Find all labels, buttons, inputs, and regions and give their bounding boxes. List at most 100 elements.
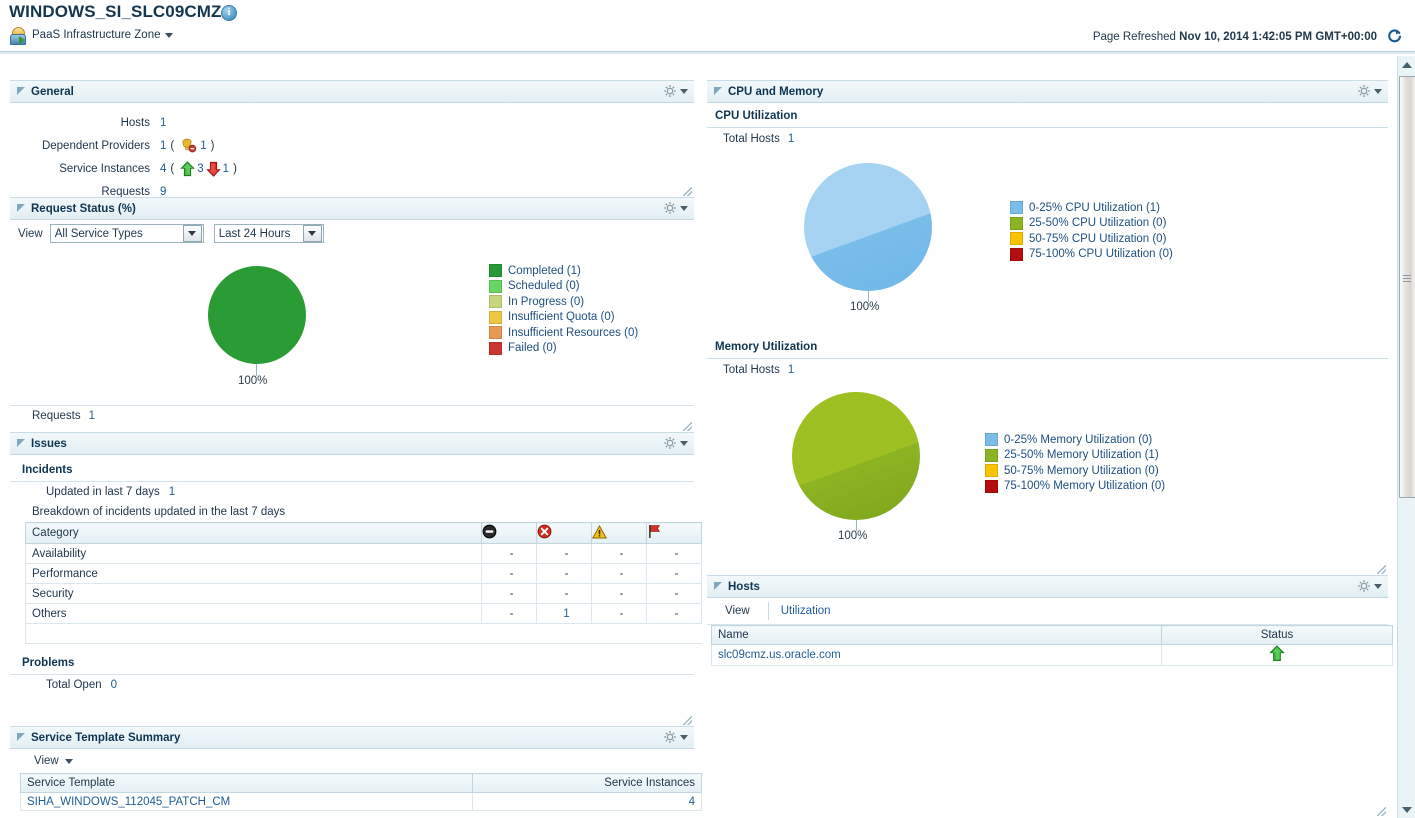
chevron-down-icon[interactable] <box>680 205 688 211</box>
general-value-requests[interactable]: 9 <box>160 186 166 198</box>
info-icon[interactable]: i <box>221 5 237 21</box>
panel-resize-grip[interactable] <box>683 187 692 196</box>
chevron-down-icon[interactable] <box>680 88 688 94</box>
service-template-view-menu[interactable]: View <box>10 749 694 773</box>
gear-icon[interactable] <box>663 201 677 215</box>
gear-icon[interactable] <box>1357 84 1371 98</box>
collapse-triangle-icon[interactable] <box>714 86 722 95</box>
breadcrumb-zone[interactable]: PaaS Infrastructure Zone <box>9 25 174 45</box>
legend-item[interactable]: 50-75% CPU Utilization (0) <box>1010 231 1173 247</box>
column-category[interactable]: Category <box>25 522 482 544</box>
gear-icon[interactable] <box>663 436 677 450</box>
legend-item[interactable]: 25-50% CPU Utilization (0) <box>1010 216 1173 232</box>
legend-item[interactable]: 0-25% Memory Utilization (0) <box>985 432 1165 448</box>
general-value-hosts[interactable]: 1 <box>160 117 166 129</box>
gear-icon[interactable] <box>663 84 677 98</box>
general-rows: Hosts 1 Dependent Providers 1 (1) Serv… <box>10 103 694 206</box>
general-up-count[interactable]: 3 <box>197 163 203 175</box>
table-row[interactable]: SIHA_WINDOWS_112045_PATCH_CM 4 <box>20 792 702 811</box>
legend-item[interactable]: 25-50% Memory Utilization (1) <box>985 448 1165 464</box>
chevron-down-icon[interactable] <box>182 225 202 242</box>
request-status-pie[interactable] <box>208 266 306 364</box>
hosts-view-menu[interactable]: View <box>725 605 756 617</box>
panel-request-status-actions[interactable] <box>663 201 688 215</box>
legend-item[interactable]: In Progress (0) <box>489 294 638 310</box>
column-fatal[interactable] <box>481 522 537 544</box>
table-row[interactable]: slc09cmz.us.oracle.com <box>711 644 1393 666</box>
service-type-select[interactable]: All Service Types <box>49 224 204 243</box>
legend-item[interactable]: 0-25% CPU Utilization (1) <box>1010 200 1173 216</box>
requests-value[interactable]: 1 <box>89 410 95 422</box>
legend-item[interactable]: Insufficient Quota (0) <box>489 310 638 326</box>
legend-swatch <box>489 279 502 293</box>
cell-service-instances[interactable]: 4 <box>472 792 702 811</box>
collapse-triangle-icon[interactable] <box>17 732 25 741</box>
legend-item[interactable]: Scheduled (0) <box>489 279 638 295</box>
panel-service-template-actions[interactable] <box>663 730 688 744</box>
chevron-down-icon[interactable] <box>680 440 688 446</box>
chevron-down-icon[interactable] <box>1374 583 1382 589</box>
collapse-triangle-icon[interactable] <box>17 86 25 95</box>
cell-host-name[interactable]: slc09cmz.us.oracle.com <box>711 644 1162 666</box>
column-critical[interactable] <box>536 522 592 544</box>
table-row[interactable]: Security - - - - <box>25 583 702 604</box>
legend-item[interactable]: 75-100% CPU Utilization (0) <box>1010 247 1173 263</box>
hosts-table: Name Status slc09cmz.us.oracle.com <box>711 625 1393 666</box>
legend-item[interactable]: Completed (1) <box>489 263 638 279</box>
panel-general-actions[interactable] <box>663 84 688 98</box>
general-value-service-instances[interactable]: 4 <box>160 163 166 175</box>
legend-item[interactable]: Failed (0) <box>489 341 638 357</box>
panel-resize-grip[interactable] <box>683 716 692 725</box>
general-value-dependent-providers[interactable]: 1 <box>160 140 166 152</box>
total-hosts-value[interactable]: 1 <box>788 364 794 376</box>
memory-utilization-pie[interactable] <box>792 392 920 520</box>
scrollbar-thumb[interactable] <box>1399 76 1415 498</box>
legend-item[interactable]: 75-100% Memory Utilization (0) <box>985 479 1165 495</box>
cell-service-template[interactable]: SIHA_WINDOWS_112045_PATCH_CM <box>20 792 473 811</box>
table-row[interactable]: Availability - - - - <box>25 543 702 564</box>
column-name[interactable]: Name <box>711 625 1162 645</box>
collapse-triangle-icon[interactable] <box>17 438 25 447</box>
total-hosts-value[interactable]: 1 <box>788 133 794 145</box>
table-row[interactable]: Others - 1 - - <box>25 603 702 624</box>
cpu-utilization-pie[interactable] <box>804 163 932 291</box>
panel-cpu-memory-actions[interactable] <box>1357 84 1382 98</box>
legend-item[interactable]: 50-75% Memory Utilization (0) <box>985 463 1165 479</box>
chevron-down-icon[interactable] <box>64 758 73 764</box>
general-label-dependent-providers: Dependent Providers <box>41 139 150 152</box>
panel-hosts-actions[interactable] <box>1357 579 1382 593</box>
chevron-down-icon[interactable] <box>680 734 688 740</box>
total-open-value[interactable]: 0 <box>111 679 117 691</box>
chevron-down-icon[interactable] <box>165 32 174 38</box>
cell-category: Others <box>25 603 482 624</box>
panel-resize-grip[interactable] <box>1377 565 1386 574</box>
scroll-down-button[interactable] <box>1398 801 1415 818</box>
scroll-up-button[interactable] <box>1398 56 1415 73</box>
panel-resize-grip[interactable] <box>1377 807 1386 816</box>
collapse-triangle-icon[interactable] <box>17 203 25 212</box>
utilization-link[interactable]: Utilization <box>781 605 831 617</box>
cell-critical[interactable]: 1 <box>536 603 592 624</box>
legend-item[interactable]: Insufficient Resources (0) <box>489 325 638 341</box>
column-flag[interactable] <box>646 522 702 544</box>
time-period-select[interactable]: Last 24 Hours <box>213 224 324 243</box>
refresh-icon[interactable] <box>1386 28 1403 45</box>
gear-icon[interactable] <box>663 730 677 744</box>
column-status[interactable]: Status <box>1161 625 1393 645</box>
collapse-triangle-icon[interactable] <box>714 581 722 590</box>
table-row[interactable]: Performance - - - - <box>25 563 702 584</box>
paren-open: ( <box>170 139 175 152</box>
problems-title: Problems <box>22 657 75 669</box>
general-provider-count[interactable]: 1 <box>200 140 206 152</box>
chevron-down-icon[interactable] <box>302 225 322 242</box>
column-service-instances[interactable]: Service Instances <box>472 773 702 793</box>
column-warning[interactable] <box>591 522 647 544</box>
panel-issues-actions[interactable] <box>663 436 688 450</box>
chevron-down-icon[interactable] <box>1374 88 1382 94</box>
updated-value[interactable]: 1 <box>169 486 175 498</box>
vertical-scrollbar[interactable] <box>1397 56 1415 818</box>
panel-resize-grip[interactable] <box>683 422 692 431</box>
gear-icon[interactable] <box>1357 579 1371 593</box>
column-service-template[interactable]: Service Template <box>20 773 473 793</box>
general-down-count[interactable]: 1 <box>223 163 229 175</box>
